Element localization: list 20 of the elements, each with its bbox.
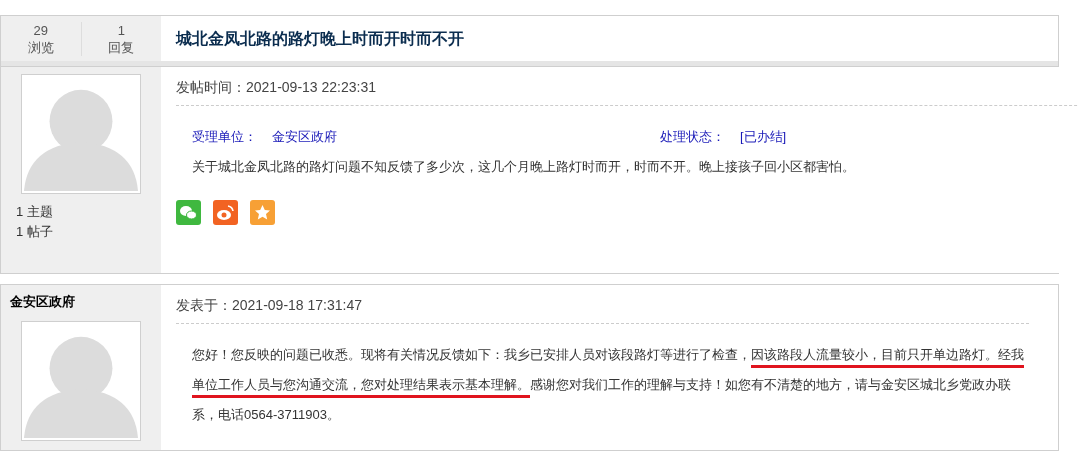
post-time: 发帖时间：2021-09-13 22:23:31 bbox=[176, 78, 377, 97]
stat-value: 29 bbox=[33, 21, 48, 39]
post-text: 关于城北金凤北路的路灯问题不知反馈了多少次，这几个月晚上路灯时而开，时而不开。晚上接孩子回小区都害怕。 bbox=[192, 158, 856, 176]
topic-title: 城北金凤北路的路灯晚上时而开时而不开 bbox=[174, 28, 465, 49]
author-stat: 1 帖子 bbox=[16, 223, 54, 241]
chat-bubbles-icon[interactable] bbox=[176, 200, 201, 225]
stat-label: 回复 bbox=[108, 38, 135, 56]
stat-value: 1 bbox=[117, 21, 125, 39]
stat-label: 浏览 bbox=[27, 38, 54, 56]
field-label: 受理单位： bbox=[192, 128, 258, 146]
avatar-icon bbox=[21, 74, 141, 194]
author-stat: 1 主题 bbox=[16, 203, 54, 221]
field-value: [已办结] bbox=[740, 128, 787, 146]
field-value: 金安区政府 bbox=[272, 128, 337, 146]
post-time: 发表于：2021-09-18 17:31:47 bbox=[176, 296, 363, 315]
avatar-icon bbox=[21, 320, 141, 441]
post-text: 您好！您反映的问题已收悉。现将有关情况反馈如下：我乡已安排人员对该段路灯等进行了检查，因该路段人流量较小，目前只开单边路灯。经我单位工作人员与您沟通交流，您对处理结果表示基本理解。感谢您对我们工作的理解与支持！如您有不清楚的地方，请与金安区城北乡党政办联系，电话0564-3711903。 bbox=[192, 346, 1025, 424]
field-label: 处理状态： bbox=[660, 128, 726, 146]
author-name[interactable]: 金安区政府 bbox=[10, 292, 152, 312]
eye-logo-icon[interactable] bbox=[213, 200, 238, 225]
